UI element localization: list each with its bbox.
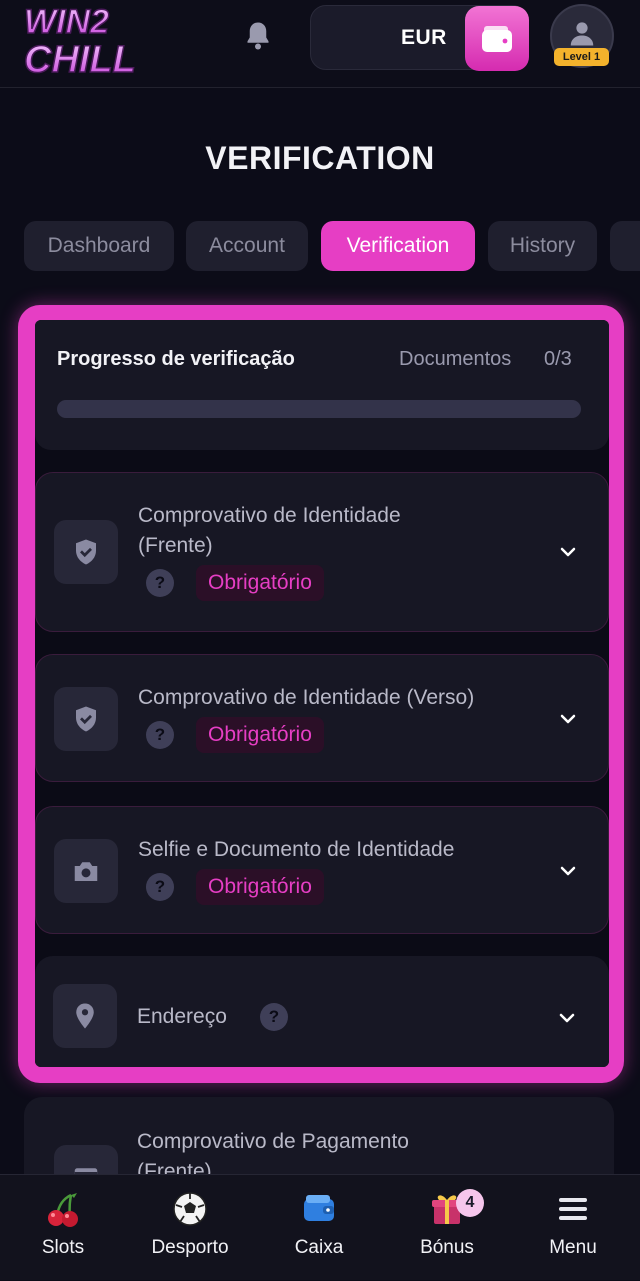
document-title: Selfie e Documento de Identidade (138, 838, 455, 861)
document-title-line2: (Frente) (138, 534, 213, 557)
document-card-selfie[interactable]: Selfie e Documento de Identidade ? Obrig… (35, 806, 609, 934)
tab-more[interactable] (610, 221, 640, 271)
shield-icon (54, 520, 118, 584)
help-icon[interactable]: ? (146, 873, 174, 901)
cherries-icon (43, 1189, 83, 1229)
nav-label: Menu (549, 1237, 597, 1258)
progress-bar (57, 400, 581, 418)
tab-bar: Dashboard Account Verification History (24, 221, 640, 271)
document-title-line1: Comprovativo de Identidade (138, 504, 401, 527)
document-card-id-back[interactable]: Comprovativo de Identidade (Verso) ? Obr… (35, 654, 609, 782)
chevron-down-icon[interactable] (555, 1006, 579, 1030)
nav-label: Bónus (420, 1237, 474, 1258)
brand-logo[interactable]: WIN2 CHILL (22, 0, 156, 80)
document-title: Endereço (137, 1005, 227, 1028)
tab-verification[interactable]: Verification (321, 221, 475, 271)
document-card-id-front[interactable]: Comprovativo de Identidade (Frente) ? Ob… (35, 472, 609, 632)
location-pin-icon (53, 984, 117, 1048)
document-title: Comprovativo de Identidade (Frente) (138, 501, 401, 561)
progress-title: Progresso de verificação (57, 348, 295, 370)
currency-label: EUR (401, 26, 447, 49)
nav-label: Desporto (151, 1237, 229, 1258)
document-title: Comprovativo de Identidade (Verso) (138, 686, 475, 709)
nav-item-slots[interactable]: Slots (20, 1175, 106, 1281)
required-badge: Obrigatório (196, 565, 324, 601)
nav-item-menu[interactable]: Menu (530, 1175, 616, 1281)
wallet-button[interactable] (465, 6, 529, 71)
chevron-down-icon[interactable] (556, 540, 580, 564)
wallet-icon (482, 25, 512, 52)
document-card-address[interactable]: Endereço ? (35, 956, 609, 1067)
nav-item-bonus[interactable]: Bónus 4 (404, 1175, 490, 1281)
camera-icon (54, 839, 118, 903)
tab-dashboard[interactable]: Dashboard (24, 221, 174, 271)
tab-account[interactable]: Account (186, 221, 308, 271)
documents-count: 0/3 (544, 348, 572, 370)
document-title-line1: Comprovativo de Pagamento (137, 1130, 409, 1153)
tab-history[interactable]: History (488, 221, 597, 271)
nav-item-desporto[interactable]: Desporto (142, 1175, 238, 1281)
logo-line2: CHILL (24, 39, 136, 80)
help-icon[interactable]: ? (146, 569, 174, 597)
chevron-down-icon[interactable] (556, 859, 580, 883)
chevron-down-icon[interactable] (556, 707, 580, 731)
top-header: WIN2 CHILL EUR Level 1 (0, 0, 640, 88)
shield-icon (54, 687, 118, 751)
nav-label: Caixa (294, 1237, 344, 1258)
logo-graphic: WIN2 CHILL (23, 2, 136, 80)
notification-count-badge: 4 (456, 1189, 484, 1217)
page-title: VERIFICATION (205, 140, 435, 176)
level-badge: Level 1 (554, 48, 609, 66)
nav-label: Slots (41, 1237, 85, 1258)
logo-line1: WIN2 (24, 3, 109, 41)
progress-card: Progresso de verificação Documentos 0/3 (35, 320, 609, 450)
notification-bell-icon[interactable] (240, 18, 276, 54)
help-icon[interactable]: ? (146, 721, 174, 749)
documents-label: Documentos (399, 348, 512, 370)
user-icon (570, 22, 594, 46)
soccer-ball-icon (170, 1189, 210, 1229)
nav-item-caixa[interactable]: Caixa (276, 1175, 362, 1281)
required-badge: Obrigatório (196, 869, 324, 905)
wallet-icon (299, 1189, 339, 1229)
help-icon[interactable]: ? (260, 1003, 288, 1031)
verification-panel: Progresso de verificação Documentos 0/3 … (35, 320, 609, 1067)
hamburger-menu-icon (553, 1189, 593, 1229)
required-badge: Obrigatório (196, 717, 324, 753)
bottom-nav: Slots Desporto Caixa Bónus 4 Menu (0, 1174, 640, 1280)
balance-box[interactable]: EUR (310, 5, 529, 71)
